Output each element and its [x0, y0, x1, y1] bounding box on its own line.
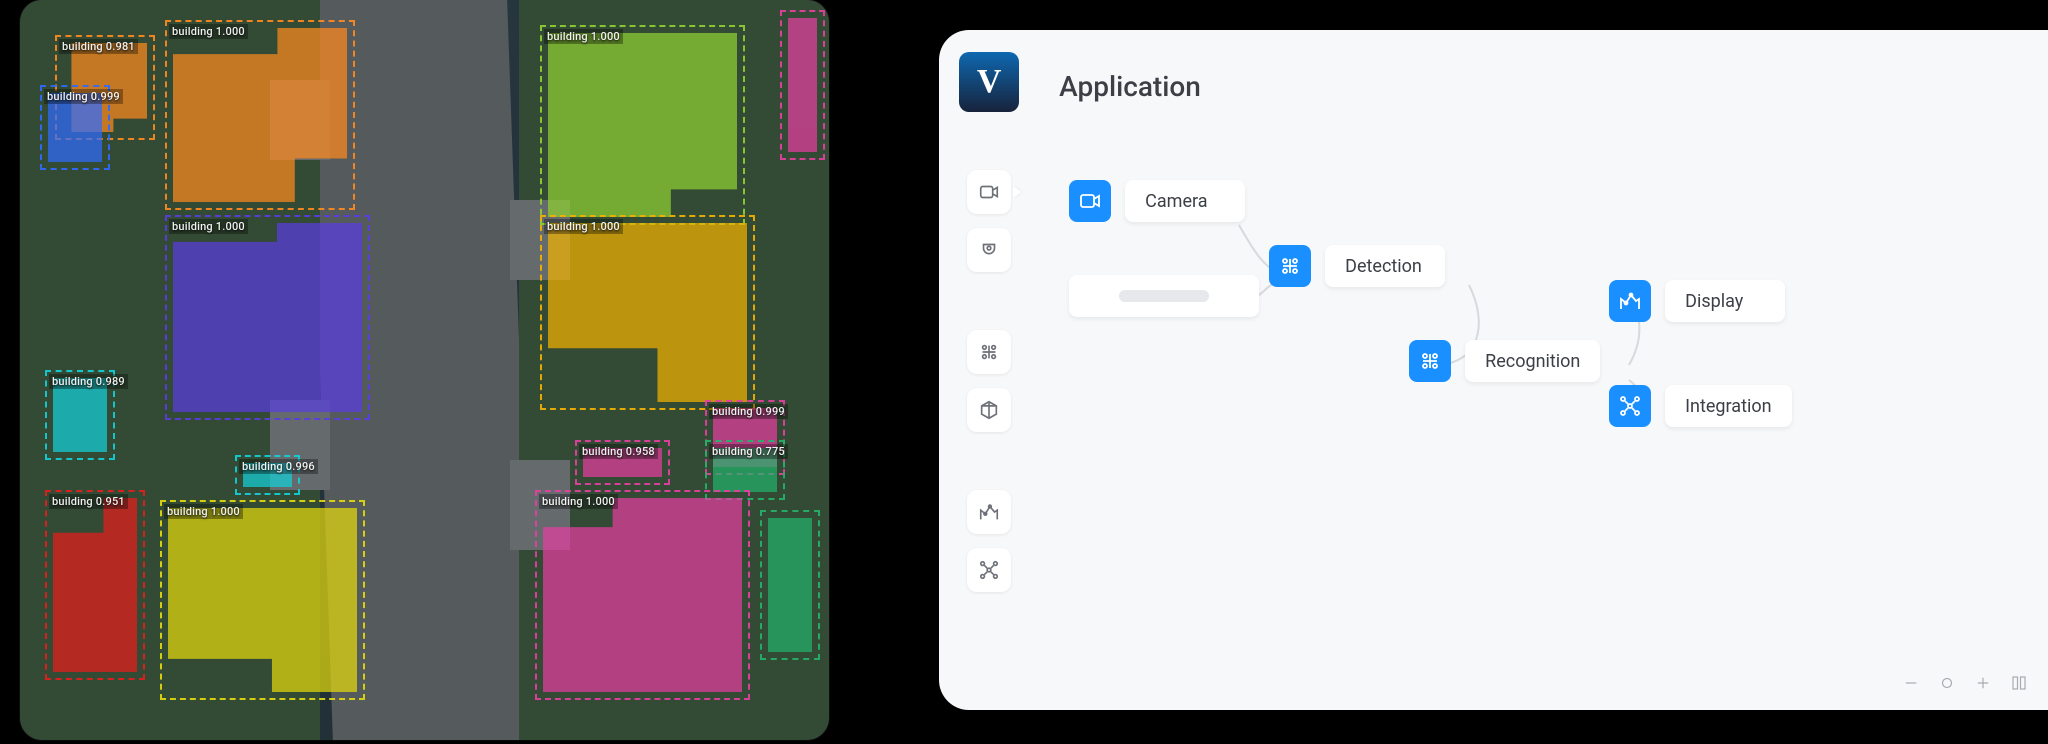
detection-label: building 1.000 [169, 24, 248, 39]
detection-label: building 1.000 [544, 219, 623, 234]
detection-box: building 0.989 [45, 370, 115, 460]
detection-label: building 1.000 [539, 494, 618, 509]
object-tool-icon[interactable] [967, 388, 1011, 432]
application-editor-panel: V Application [939, 30, 2048, 710]
detection-icon [1269, 245, 1311, 287]
brand-letter: V [977, 63, 1002, 101]
detection-label: building 0.775 [709, 444, 788, 459]
detection-label: building 0.999 [44, 89, 123, 104]
integration-tool-icon[interactable] [967, 548, 1011, 592]
detection-label: building 0.951 [49, 494, 128, 509]
detection-label: building 1.000 [544, 29, 623, 44]
fit-view-button[interactable] [2010, 674, 2028, 692]
detection-box [760, 510, 820, 660]
detection-box [780, 10, 825, 160]
detection-label: building 0.958 [579, 444, 658, 459]
display-icon [1609, 280, 1651, 322]
integration-icon [1609, 385, 1651, 427]
recognition-icon [1409, 340, 1451, 382]
display-tool-icon[interactable] [967, 490, 1011, 534]
recognizer-tool-icon[interactable] [967, 330, 1011, 374]
node-camera[interactable]: Camera [1069, 180, 1245, 222]
detection-box: building 1.000 [535, 490, 750, 700]
camera-icon [1069, 180, 1111, 222]
node-label: Camera [1125, 180, 1245, 222]
detection-box: building 0.958 [575, 440, 670, 485]
zoom-controls [1902, 674, 2028, 692]
detection-label: building 0.989 [49, 374, 128, 389]
detection-box: building 0.999 [40, 85, 110, 170]
detection-box: building 1.000 [160, 500, 365, 700]
detection-box: building 1.000 [165, 215, 370, 420]
node-label: Display [1665, 280, 1785, 322]
aerial-detection-image: building 0.981 building 1.000 building 1.0… [20, 0, 829, 740]
node-display[interactable]: Display [1609, 280, 1785, 322]
detection-box: building 0.951 [45, 490, 145, 680]
zoom-out-button[interactable] [1902, 674, 1920, 692]
brand-logo[interactable]: V [959, 52, 1019, 112]
detection-label: building 0.999 [709, 404, 788, 419]
flow-canvas[interactable]: Camera Detection Recognition Display [1039, 30, 2048, 710]
zoom-in-button[interactable] [1974, 674, 1992, 692]
tool-sidebar: V [959, 52, 1029, 592]
zoom-reset-button[interactable] [1938, 674, 1956, 692]
node-label: Integration [1665, 385, 1791, 427]
node-integration[interactable]: Integration [1609, 385, 1791, 427]
detection-box: building 1.000 [540, 25, 745, 225]
node-recognition[interactable]: Recognition [1409, 340, 1600, 382]
camera-tool-icon[interactable] [967, 170, 1011, 214]
detection-box: building 0.996 [235, 455, 300, 495]
node-label: Recognition [1465, 340, 1600, 382]
node-placeholder[interactable] [1069, 275, 1259, 317]
node-detection[interactable]: Detection [1269, 245, 1445, 287]
node-label: Detection [1325, 245, 1445, 287]
detection-label: building 1.000 [164, 504, 243, 519]
detection-box: building 1.000 [540, 215, 755, 410]
detection-label: building 0.981 [59, 39, 138, 54]
detection-box: building 1.000 [165, 20, 355, 210]
detection-label: building 1.000 [169, 219, 248, 234]
detection-label: building 0.996 [239, 459, 318, 474]
detector-tool-icon[interactable] [967, 228, 1011, 272]
